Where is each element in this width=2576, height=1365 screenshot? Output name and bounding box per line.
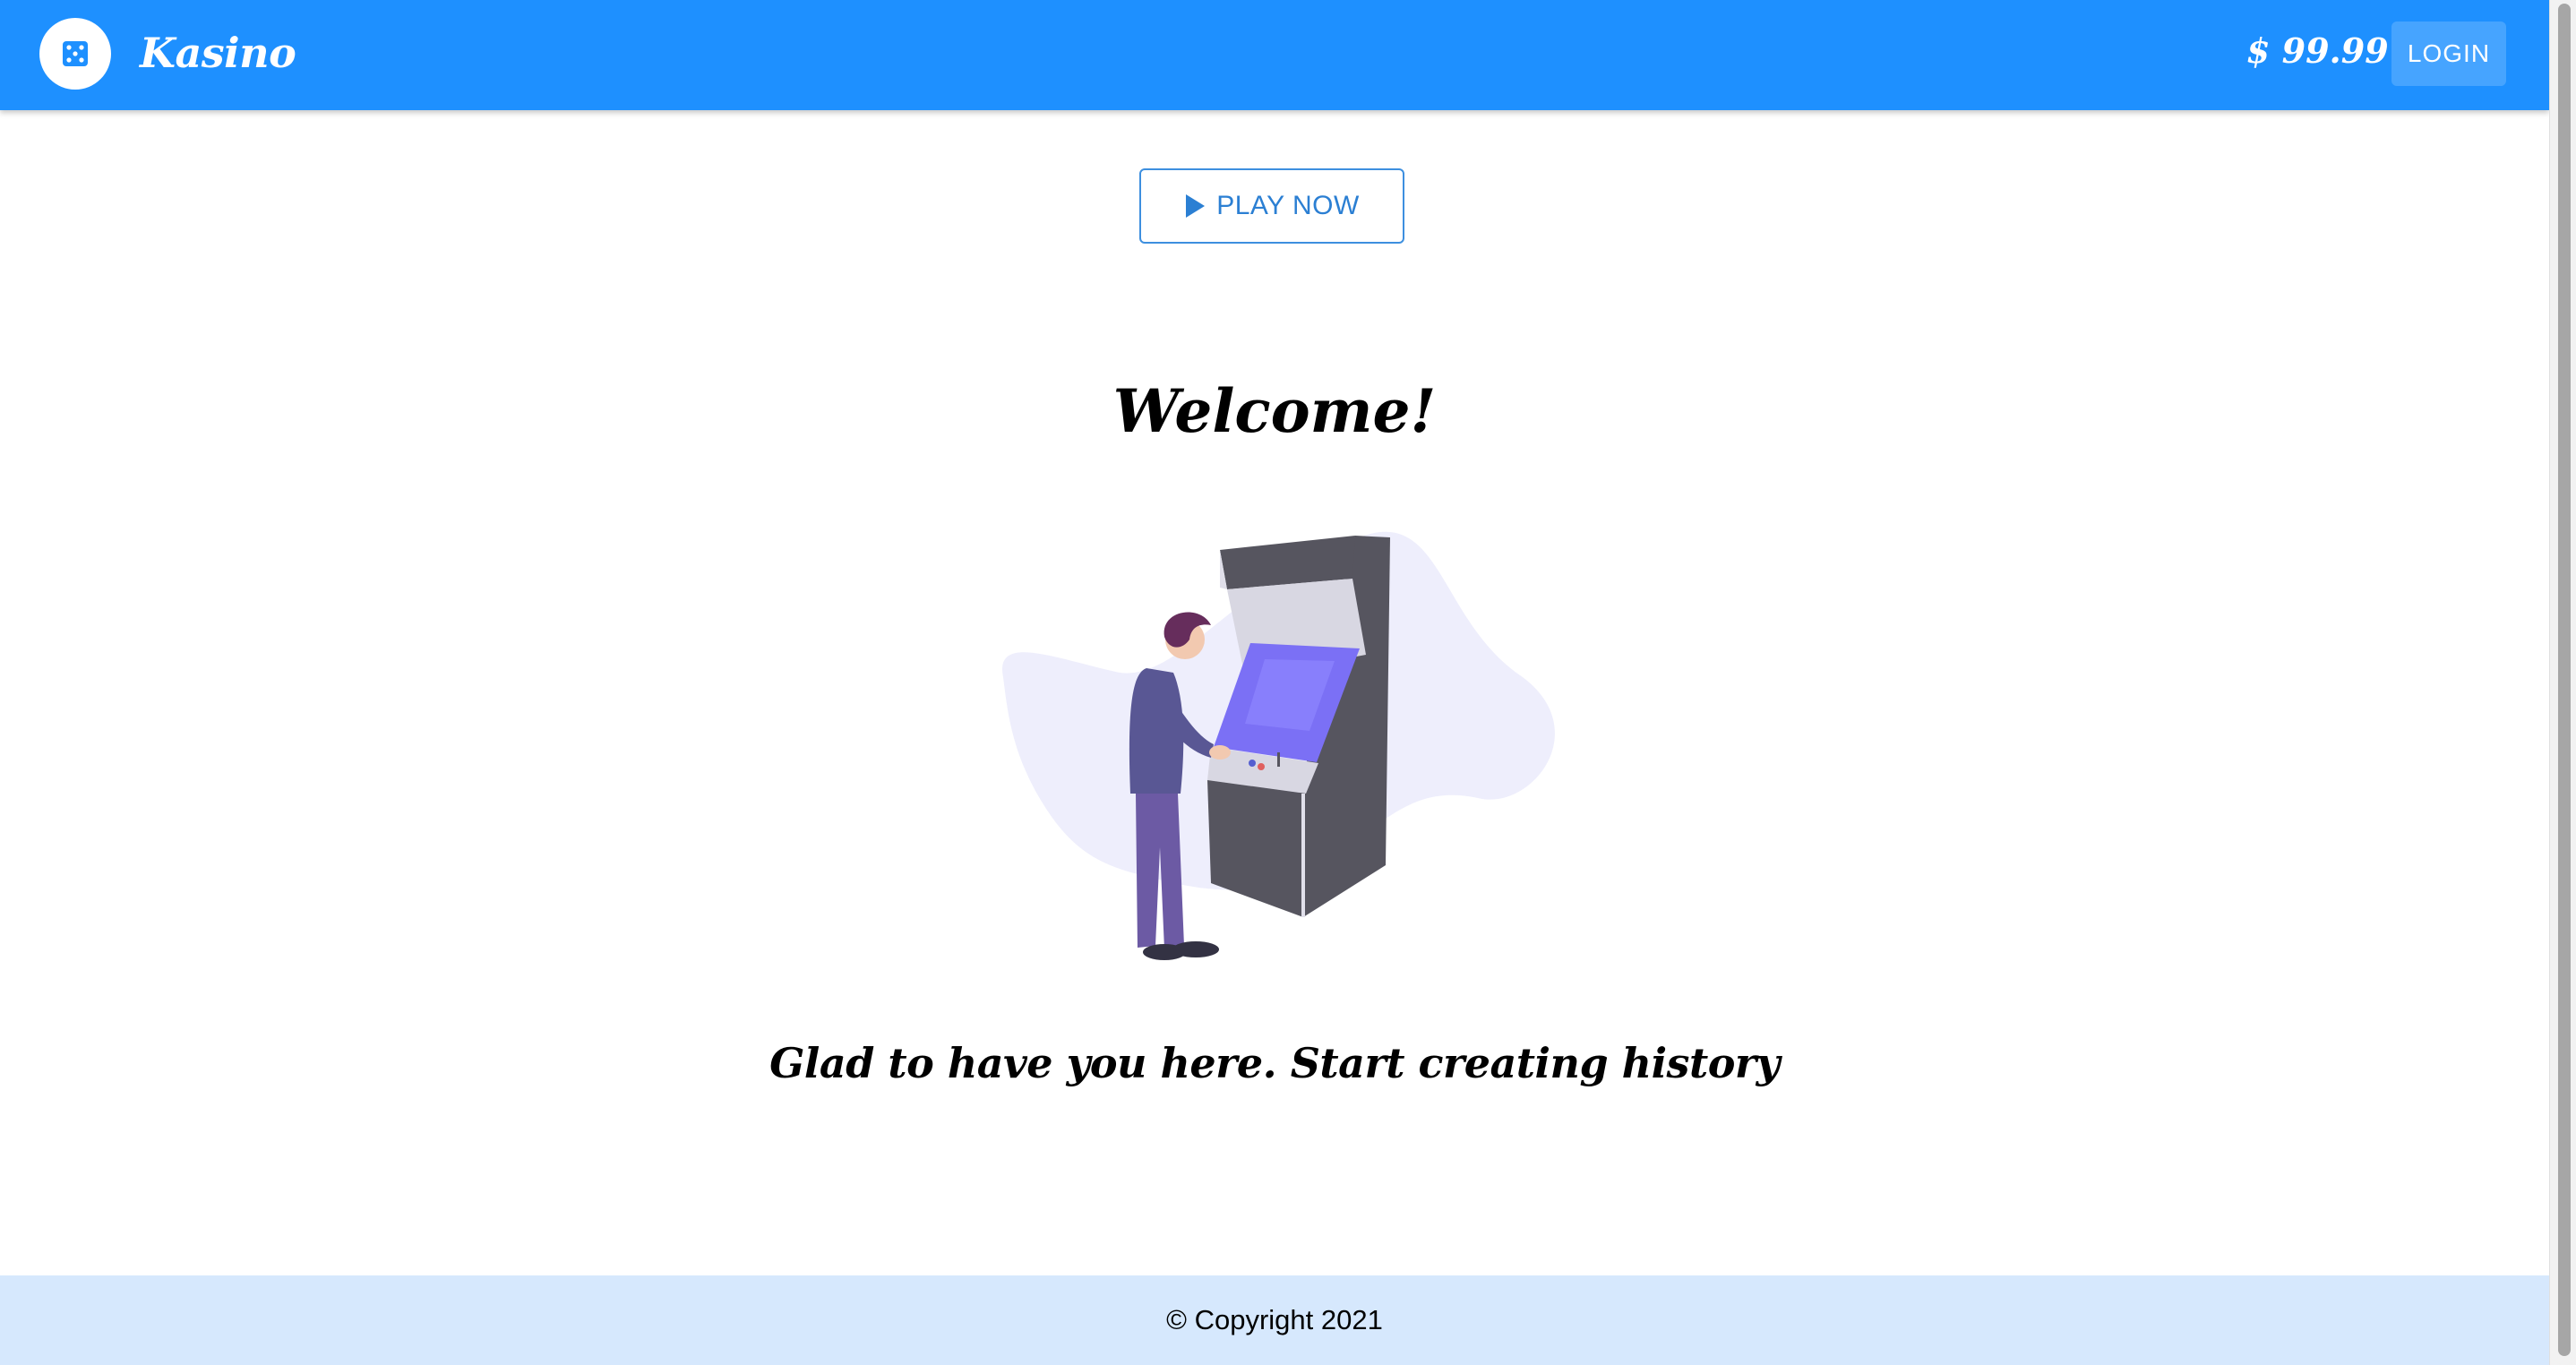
play-now-button[interactable]: PLAY NOW (1139, 168, 1404, 244)
vertical-scrollbar[interactable] (2549, 0, 2576, 1365)
tagline: Glad to have you here. Start creating hi… (769, 1039, 1780, 1087)
arcade-player-illustration (1002, 531, 1555, 960)
footer: © Copyright 2021 (0, 1275, 2549, 1365)
play-icon (1186, 194, 1206, 218)
copyright-text: © Copyright 2021 (1166, 1304, 1383, 1335)
play-now-label: PLAY NOW (1216, 191, 1360, 220)
scrollbar-thumb[interactable] (2558, 4, 2571, 1356)
login-button[interactable]: LOGIN (2391, 21, 2506, 86)
welcome-heading: Welcome! (1112, 376, 1437, 446)
brand-title[interactable]: Kasino (140, 20, 296, 86)
app-bar: Kasino $ 99.99 LOGIN (0, 0, 2549, 110)
dice-icon (63, 41, 88, 66)
logo[interactable] (39, 18, 111, 90)
balance-display: $ 99.99 (2246, 30, 2389, 71)
